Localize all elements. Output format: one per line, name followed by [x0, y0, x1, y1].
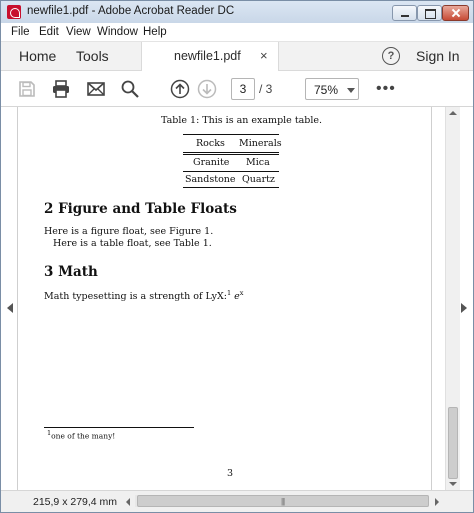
- acrobat-app-icon: [7, 5, 21, 19]
- table-cell: Mica: [246, 157, 270, 168]
- print-icon[interactable]: [51, 79, 71, 99]
- minimize-button[interactable]: [392, 5, 417, 21]
- zoom-value: 75%: [314, 83, 339, 97]
- section-3-paragraph: Math typesetting is a strength of LyX:1 …: [44, 289, 243, 302]
- close-tab-icon[interactable]: ×: [260, 48, 268, 63]
- email-icon[interactable]: [86, 79, 106, 99]
- page-number: 3: [227, 468, 234, 479]
- footnote: 1one of the many!: [47, 429, 115, 441]
- section-3-heading: 3 Math: [44, 264, 98, 280]
- table-bottom-rule: [183, 187, 279, 188]
- page-left-edge: [17, 107, 18, 490]
- table-caption: Table 1: This is an example table.: [161, 115, 323, 126]
- zoom-select[interactable]: 75%: [305, 78, 359, 100]
- document-tab-label: newfile1.pdf: [174, 49, 241, 63]
- footnote-reference: 1: [226, 289, 232, 297]
- more-icon[interactable]: •••: [376, 81, 396, 97]
- table-cell: Sandstone: [185, 174, 236, 185]
- close-window-button[interactable]: [442, 5, 469, 21]
- table-header-cell: Minerals: [239, 138, 282, 149]
- app-window: newfile1.pdf - Adobe Acrobat Reader DC F…: [0, 0, 474, 513]
- menu-file[interactable]: File: [11, 26, 30, 38]
- menu-window[interactable]: Window: [97, 26, 138, 38]
- section-2-heading: 2 Figure and Table Floats: [44, 201, 237, 217]
- section-2-line-1: Here is a figure float, see Figure 1.: [44, 226, 214, 237]
- menu-help[interactable]: Help: [143, 26, 167, 38]
- scroll-right-icon[interactable]: [435, 498, 439, 506]
- left-panel-toggle-icon[interactable]: [7, 303, 13, 313]
- table-mid-rule: [183, 152, 279, 153]
- help-icon[interactable]: ?: [382, 47, 400, 65]
- table-top-rule: [183, 134, 279, 135]
- section-3-text: Math typesetting is a strength of LyX:: [44, 291, 227, 303]
- title-bar: newfile1.pdf - Adobe Acrobat Reader DC: [1, 1, 473, 23]
- scroll-grip: |||: [281, 497, 285, 506]
- scroll-up-icon[interactable]: [449, 111, 457, 115]
- table-mid-rule: [183, 154, 279, 155]
- maximize-button[interactable]: [417, 5, 442, 21]
- page-up-icon[interactable]: [170, 79, 190, 99]
- menu-edit[interactable]: Edit: [39, 26, 59, 38]
- page-number-input[interactable]: 3: [231, 78, 255, 100]
- math-exponent: x: [239, 289, 244, 297]
- table-header-cell: Rocks: [196, 138, 225, 149]
- tab-tools[interactable]: Tools: [76, 48, 109, 64]
- menu-bar: File Edit View Window Help: [1, 23, 473, 42]
- status-bar: 215,9 x 279,4 mm |||: [1, 490, 473, 512]
- scroll-down-icon[interactable]: [449, 482, 457, 486]
- page-down-icon[interactable]: [197, 79, 217, 99]
- tab-bar: Home Tools newfile1.pdf × ? Sign In: [1, 42, 473, 71]
- page-size-label: 215,9 x 279,4 mm: [33, 496, 118, 508]
- window-title: newfile1.pdf - Adobe Acrobat Reader DC: [27, 5, 235, 17]
- footnote-rule: [44, 427, 194, 428]
- table-row-rule: [183, 171, 279, 172]
- table-cell: Quartz: [242, 174, 275, 185]
- vertical-scrollbar[interactable]: [445, 107, 460, 492]
- section-2-line-2: Here is a table float, see Table 1.: [53, 238, 212, 249]
- tab-document[interactable]: newfile1.pdf ×: [141, 42, 279, 71]
- table-cell: Granite: [193, 157, 230, 168]
- footnote-text: one of the many!: [51, 431, 116, 441]
- right-panel-toggle-icon[interactable]: [461, 303, 467, 313]
- scroll-left-icon[interactable]: [126, 498, 130, 506]
- tab-home[interactable]: Home: [19, 48, 56, 64]
- save-icon[interactable]: [17, 79, 37, 99]
- vertical-scroll-thumb[interactable]: [448, 407, 458, 479]
- sign-in-button[interactable]: Sign In: [416, 48, 460, 64]
- menu-view[interactable]: View: [66, 26, 91, 38]
- page-total-label: / 3: [259, 82, 273, 96]
- chevron-down-icon: [347, 88, 355, 93]
- search-icon[interactable]: [120, 79, 140, 99]
- page-right-edge: [431, 107, 432, 490]
